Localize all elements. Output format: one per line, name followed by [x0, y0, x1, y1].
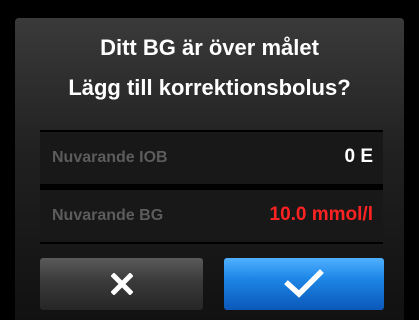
- dialog-question: Lägg till korrektionsbolus?: [68, 75, 351, 100]
- bg-value: 10.0 mmol/l: [269, 204, 374, 225]
- iob-row: Nuvarande IOB 0 E: [40, 132, 383, 184]
- confirm-button[interactable]: [224, 258, 384, 310]
- checkmark-icon: [284, 269, 324, 298]
- info-box: Nuvarande IOB 0 E Nuvarande BG 10.0 mmol…: [40, 130, 383, 244]
- iob-value: 0 E: [344, 146, 373, 167]
- bg-label: Nuvarande BG: [52, 207, 164, 224]
- bg-row: Nuvarande BG 10.0 mmol/l: [40, 190, 383, 242]
- x-icon: [110, 273, 133, 295]
- iob-label: Nuvarande IOB: [52, 149, 168, 166]
- cancel-button[interactable]: [40, 258, 203, 310]
- dialog-title: Ditt BG är över målet: [100, 35, 319, 60]
